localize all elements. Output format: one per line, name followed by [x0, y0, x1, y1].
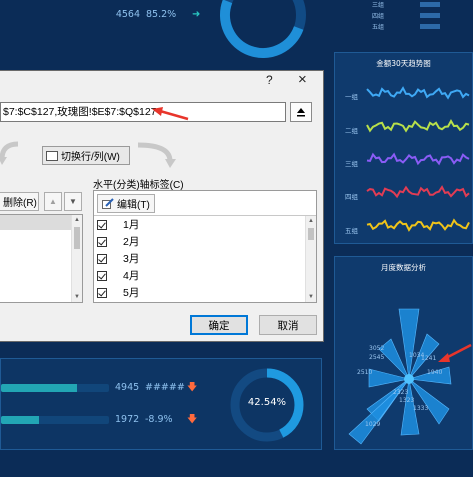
trend-line [366, 185, 470, 199]
edit-category-button[interactable]: 编辑(T) [97, 194, 155, 213]
rose-label: 2510 [357, 369, 373, 376]
trend-lines [366, 86, 470, 232]
chart-data-range-input[interactable]: $7:$C$127,玫瑰图!$E$7:$Q$127 [0, 102, 286, 122]
annotation-arrow-icon [438, 343, 472, 362]
trend-panel: 金额30天趋势图 一组 二组 三组 四组 五组 [334, 52, 473, 244]
bottom-stat-bar [1, 384, 109, 392]
rose-label: 1323 [399, 397, 415, 404]
rose-label: 1333 [413, 405, 429, 412]
checkbox-checked-icon[interactable] [97, 253, 107, 264]
top-stat-row: 4564 85.2% ➜ [90, 6, 201, 22]
edit-category-label: 编辑(T) [117, 200, 150, 211]
checkbox-checked-icon[interactable] [97, 270, 107, 281]
category-label: 4月 [123, 270, 140, 282]
category-row[interactable]: 5月 [94, 284, 139, 301]
trend-line [366, 218, 470, 232]
bottom-stat-extra: ##### [145, 382, 185, 393]
category-row[interactable]: 2月 [94, 233, 139, 250]
bottom-stat-bar [1, 416, 109, 424]
bottom-stat-value: 4945 [115, 382, 140, 393]
switch-row-column-label: 切换行/列(W) [61, 152, 120, 163]
category-label: 5月 [123, 287, 140, 299]
checkbox-checked-icon[interactable] [97, 236, 107, 247]
move-down-button[interactable]: ▼ [64, 192, 82, 211]
category-label: 2月 [123, 236, 140, 248]
series-scrollbar[interactable]: ▲ ▼ [71, 215, 82, 302]
collapse-range-button[interactable] [290, 102, 312, 122]
category-label: 3月 [123, 253, 140, 265]
rose-label: 1241 [421, 355, 437, 362]
switch-icon [46, 150, 58, 161]
arrow-up-icon: ➜ [192, 8, 201, 20]
cancel-button[interactable]: 取消 [259, 315, 317, 335]
checkbox-checked-icon[interactable] [97, 287, 107, 298]
top-stat-percent: 85.2% [146, 8, 177, 20]
rose-label: 1029 [365, 421, 381, 428]
bottom-stat-value: 1972 [115, 414, 140, 425]
move-up-icon: ▲ [49, 197, 57, 206]
legend-item: 五组 [372, 24, 385, 31]
close-button[interactable]: × [298, 71, 307, 88]
category-row[interactable]: 3月 [94, 250, 139, 267]
category-scrollbar[interactable]: ▲ ▼ [305, 216, 316, 302]
ring-percent-label: 42.54% [247, 397, 287, 408]
rose-label: 2323 [393, 389, 409, 396]
horizontal-axis-label: 水平(分类)轴标签(C) [93, 180, 184, 191]
edit-icon [102, 198, 114, 209]
trend-line [366, 118, 470, 133]
category-row[interactable]: 4月 [94, 267, 139, 284]
legend-item: 三组 [372, 2, 385, 9]
top-ring-chart [218, 0, 308, 73]
delete-series-button[interactable]: 删除(R) [0, 192, 39, 211]
checkbox-checked-icon[interactable] [97, 219, 107, 230]
category-row[interactable]: 1月 [94, 216, 139, 233]
ok-button[interactable]: 确定 [190, 315, 248, 335]
legend-item: 四组 [372, 13, 385, 20]
bottom-stat-extra: -8.9% [145, 414, 173, 425]
move-down-icon: ▼ [69, 197, 77, 206]
bottom-stats-panel: 4945 ##### 🡇 1972 -8.9% 🡇 42.54% [0, 358, 322, 450]
rose-label: 3052 [369, 345, 385, 352]
category-label: 1月 [123, 219, 140, 231]
category-list[interactable]: 编辑(T) 1月 2月 3月 4月 5月 ▲ ▼ [93, 190, 317, 303]
trend-line [366, 152, 470, 166]
move-up-button[interactable]: ▲ [44, 192, 62, 211]
help-button[interactable]: ? [266, 73, 273, 87]
arrow-down-icon: 🡇 [187, 382, 198, 393]
select-data-source-dialog: ? × $7:$C$127,玫瑰图!$E$7:$Q$127 切换行/列(W) 删… [0, 70, 324, 342]
arrow-down-icon: 🡇 [187, 414, 198, 425]
switch-row-column-button[interactable]: 切换行/列(W) [42, 146, 130, 165]
trend-line [366, 86, 470, 100]
top-stat-value: 4564 [115, 8, 140, 20]
collapse-icon [297, 108, 305, 117]
rose-label: 2545 [369, 354, 385, 361]
rose-label: 1940 [427, 369, 443, 376]
annotation-arrow-icon [152, 107, 189, 121]
curved-arrow-icon [138, 142, 176, 168]
delete-series-label: 删除(R) [3, 198, 37, 209]
selected-series-row[interactable] [0, 215, 71, 230]
legend-series-list[interactable]: ▲ ▼ [0, 214, 83, 303]
curved-arrow-icon [0, 141, 19, 165]
